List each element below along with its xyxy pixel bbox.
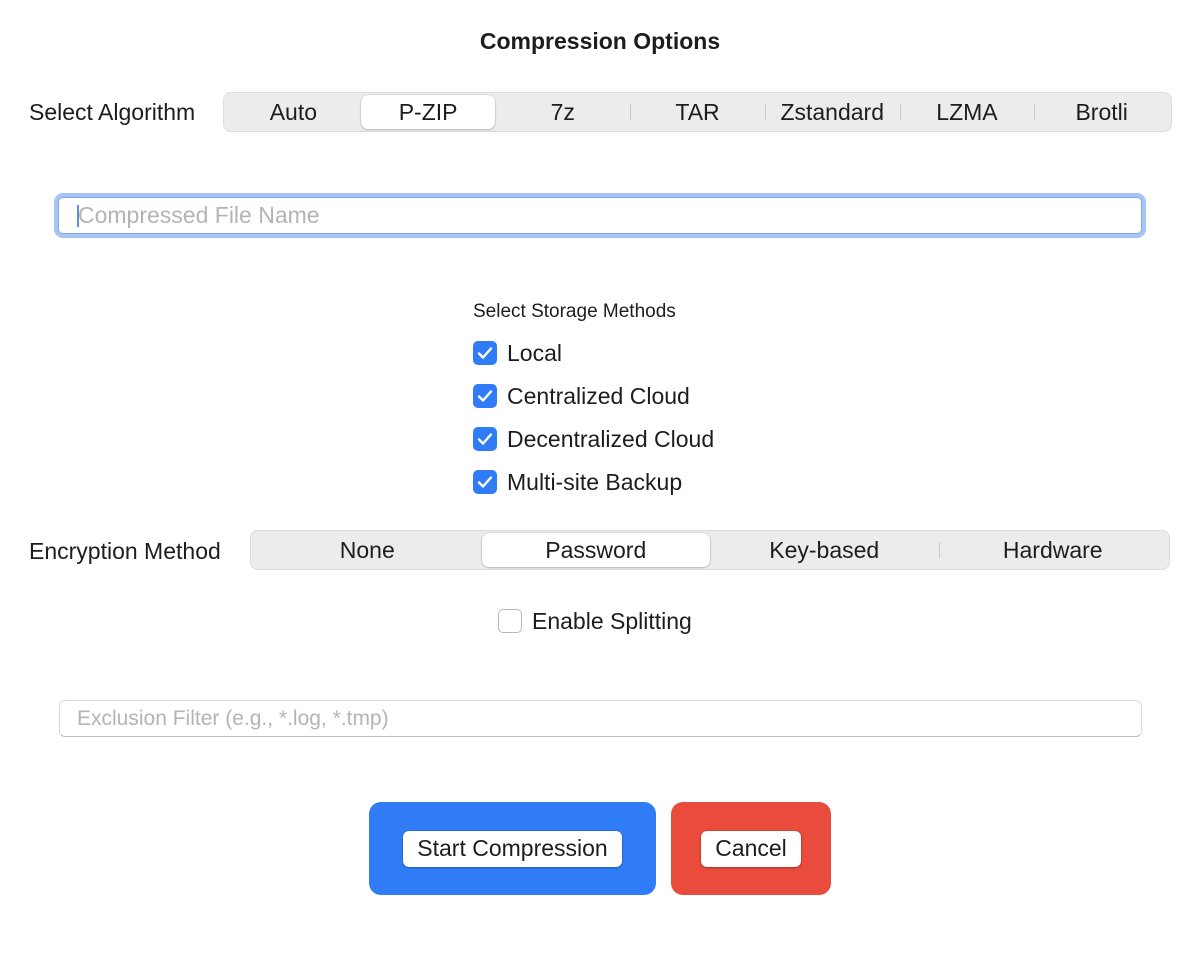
start-compression-button[interactable]: Start Compression xyxy=(369,802,656,895)
segment-label: Auto xyxy=(269,98,318,125)
encryption-segmented-control: None Password Key-based Hardware xyxy=(250,530,1170,570)
file-name-input[interactable] xyxy=(58,197,1142,234)
encryption-option-none[interactable]: None xyxy=(253,533,482,567)
decentralized-cloud-label: Decentralized Cloud xyxy=(507,425,715,452)
cancel-button[interactable]: Cancel xyxy=(671,802,831,895)
decentralized-cloud-checkbox[interactable] xyxy=(473,427,497,451)
algorithm-option-auto[interactable]: Auto xyxy=(226,95,361,129)
segment-label: Brotli xyxy=(1075,98,1128,125)
algorithm-option-zstandard[interactable]: Zstandard xyxy=(764,95,900,129)
dialog-title: Compression Options xyxy=(479,28,721,54)
local-label: Local xyxy=(507,339,562,366)
checkmark-icon xyxy=(477,433,493,445)
file-name-focus-ring xyxy=(54,193,1146,238)
algorithm-option-7z[interactable]: 7z xyxy=(495,95,630,129)
centralized-cloud-checkbox[interactable] xyxy=(473,384,497,408)
enable-splitting-option[interactable]: Enable Splitting xyxy=(498,608,692,634)
segment-label: TAR xyxy=(675,98,720,125)
text-caret xyxy=(77,205,79,227)
local-checkbox[interactable] xyxy=(473,341,497,365)
algorithm-option-brotli[interactable]: Brotli xyxy=(1034,95,1169,129)
storage-option-local[interactable]: Local xyxy=(473,340,562,366)
enable-splitting-label: Enable Splitting xyxy=(532,607,692,634)
encryption-option-password[interactable]: Password xyxy=(481,533,710,567)
start-compression-label: Start Compression xyxy=(403,830,622,867)
checkmark-icon xyxy=(477,347,493,359)
storage-option-decentralized-cloud[interactable]: Decentralized Cloud xyxy=(473,426,714,452)
checkmark-icon xyxy=(477,390,493,402)
cancel-label: Cancel xyxy=(701,830,801,867)
algorithm-segmented-control: Auto P-ZIP 7z TAR Zstandard LZMA Brotli xyxy=(223,92,1172,132)
segment-label: LZMA xyxy=(936,98,998,125)
encryption-option-hardware[interactable]: Hardware xyxy=(938,533,1168,567)
algorithm-option-lzma[interactable]: LZMA xyxy=(899,95,1035,129)
segment-label: Key-based xyxy=(769,536,880,563)
algorithm-option-p-zip[interactable]: P-ZIP xyxy=(360,95,496,129)
segment-label: 7z xyxy=(550,98,575,125)
segment-label: Password xyxy=(545,536,647,563)
segment-label: P-ZIP xyxy=(398,98,458,125)
encryption-label: Encryption Method xyxy=(29,538,221,564)
centralized-cloud-label: Centralized Cloud xyxy=(507,382,690,409)
segment-label: Hardware xyxy=(1002,536,1103,563)
multi-site-backup-label: Multi-site Backup xyxy=(507,468,683,495)
segment-label: Zstandard xyxy=(780,98,885,125)
storage-option-multi-site-backup[interactable]: Multi-site Backup xyxy=(473,469,682,495)
segment-label: None xyxy=(339,536,395,563)
encryption-option-key-based[interactable]: Key-based xyxy=(710,533,939,567)
checkmark-icon xyxy=(477,476,493,488)
algorithm-label: Select Algorithm xyxy=(29,99,196,125)
algorithm-option-tar[interactable]: TAR xyxy=(630,95,765,129)
exclusion-filter-input[interactable] xyxy=(59,700,1142,737)
multi-site-backup-checkbox[interactable] xyxy=(473,470,497,494)
storage-methods-label: Select Storage Methods xyxy=(473,301,676,322)
storage-option-centralized-cloud[interactable]: Centralized Cloud xyxy=(473,383,690,409)
enable-splitting-checkbox[interactable] xyxy=(498,609,522,633)
